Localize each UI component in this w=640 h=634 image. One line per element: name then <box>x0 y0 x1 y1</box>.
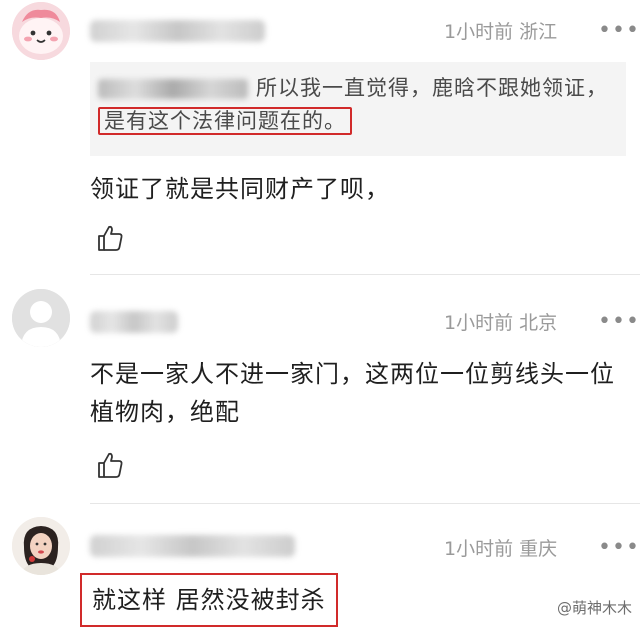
avatar-photo[interactable] <box>12 517 70 575</box>
quote-text-main: 所以我一直觉得，鹿晗不跟她领证， <box>256 76 608 100</box>
comment-location: 重庆 <box>519 538 558 560</box>
comment-meta: 1小时前 浙江 <box>444 17 557 44</box>
username-blurred[interactable] <box>90 535 295 557</box>
quote-username-blurred <box>98 79 248 99</box>
more-icon[interactable]: ••• <box>598 311 640 333</box>
username-blurred[interactable] <box>90 20 265 42</box>
avatar-pink-face[interactable] <box>12 2 70 60</box>
comment-2: 1小时前 北京 ••• 不是一家人不进一家门，这两位一位剪线头一位植物肉，绝配 <box>0 275 640 504</box>
comment-body-wrap: 就这样 居然没被封杀 <box>80 573 620 627</box>
quote-text: 所以我一直觉得，鹿晗不跟她领证， 是有这个法律问题在的。 <box>98 72 618 138</box>
comment-time: 1小时前 <box>444 538 514 560</box>
comment-time: 1小时前 <box>444 312 514 334</box>
quote-highlight: 是有这个法律问题在的。 <box>98 107 352 135</box>
avatar-default-person[interactable] <box>12 289 70 347</box>
comment-location: 浙江 <box>519 21 558 43</box>
comment-3: 1小时前 重庆 ••• 就这样 居然没被封杀 <box>0 503 640 634</box>
more-icon[interactable]: ••• <box>598 537 640 559</box>
comment-meta: 1小时前 重庆 <box>444 534 557 561</box>
default-person-icon <box>12 289 70 347</box>
more-icon[interactable]: ••• <box>598 20 640 42</box>
comment-time: 1小时前 <box>444 21 514 43</box>
person-photo-icon <box>12 517 70 575</box>
thumbs-up-icon[interactable] <box>96 224 124 252</box>
comment-body: 领证了就是共同财产了呗， <box>90 175 390 203</box>
thumbs-up-icon[interactable] <box>96 451 124 479</box>
comment-meta: 1小时前 北京 <box>444 308 557 335</box>
watermark: @萌神木木 <box>556 599 632 617</box>
comment-body: 不是一家人不进一家门，这两位一位剪线头一位植物肉，绝配 <box>90 360 615 426</box>
avatar-face-icon <box>12 2 70 60</box>
comment-location: 北京 <box>519 312 558 334</box>
comment-body: 就这样 居然没被封杀 <box>80 573 338 627</box>
quoted-reply: 所以我一直觉得，鹿晗不跟她领证， 是有这个法律问题在的。 <box>90 62 626 156</box>
username-blurred[interactable] <box>90 311 178 333</box>
comment-1: 1小时前 浙江 ••• 所以我一直觉得，鹿晗不跟她领证，是有这个法律问题在的。 … <box>0 0 640 275</box>
